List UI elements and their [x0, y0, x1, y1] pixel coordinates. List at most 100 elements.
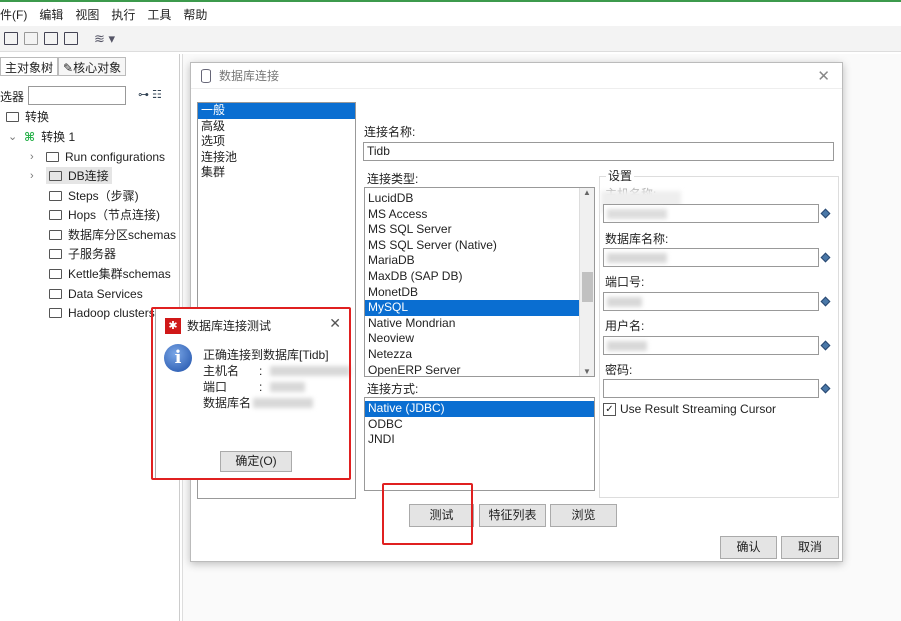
connection-name-label: 连接名称:: [364, 125, 416, 139]
close-icon[interactable]: ✕: [817, 67, 830, 85]
tree-label: 转换: [25, 110, 50, 124]
folder-icon: [49, 307, 62, 318]
tree-item-run-configurations[interactable]: › Run configurations: [30, 147, 165, 166]
filter-label: 选器: [0, 90, 25, 104]
filter-input[interactable]: [28, 86, 126, 105]
pencil-icon: ✎: [63, 61, 74, 75]
access-item[interactable]: ODBC: [365, 417, 594, 433]
save-as-icon[interactable]: [64, 32, 78, 45]
tree-item-partition-schemas[interactable]: 数据库分区schemas: [49, 225, 176, 244]
explore-button[interactable]: 浏览: [550, 504, 617, 527]
tree-item-hadoop-clusters[interactable]: Hadoop clusters: [49, 303, 155, 322]
scrollbar-thumb[interactable]: [582, 272, 593, 302]
menu-tools[interactable]: 工具: [141, 6, 177, 23]
type-item[interactable]: MonetDB: [365, 285, 579, 301]
type-item[interactable]: OpenERP Server: [365, 363, 579, 376]
tree-item-data-services[interactable]: Data Services: [49, 284, 143, 303]
tab-core-objects[interactable]: ✎核心对象: [58, 57, 127, 76]
type-item[interactable]: MS SQL Server (Native): [365, 238, 579, 254]
database-name-input[interactable]: [603, 248, 819, 267]
folder-icon: [49, 268, 62, 279]
save-icon[interactable]: [44, 32, 58, 45]
tree-label: DB连接: [68, 169, 109, 183]
menu-bar: 件(F) 编辑 视图 执行 工具 帮助: [0, 2, 901, 26]
tree-item-hops[interactable]: Hops（节点连接): [49, 205, 160, 224]
type-item[interactable]: Native Mondrian: [365, 316, 579, 332]
tab-main-tree[interactable]: 主对象树: [0, 57, 59, 76]
tree-item-db-connections[interactable]: › DB连接: [30, 166, 112, 185]
left-tabs: 主对象树 ✎核心对象: [0, 57, 127, 76]
streaming-cursor-option[interactable]: ✓ Use Result Streaming Cursor: [603, 402, 776, 416]
tree-label: 转换 1: [41, 130, 76, 144]
password-label: 密码:: [605, 363, 633, 377]
chevron-down-icon[interactable]: ⌄: [8, 130, 18, 143]
scroll-up-icon[interactable]: ▲: [580, 188, 594, 197]
folder-icon: [49, 170, 62, 181]
host-input[interactable]: [603, 204, 819, 223]
explore-icon[interactable]: [24, 32, 38, 45]
tree-item-cluster-schemas[interactable]: Kettle集群schemas: [49, 264, 171, 283]
access-item[interactable]: JNDI: [365, 432, 594, 448]
folder-icon: [49, 209, 62, 220]
category-advanced[interactable]: 高级: [198, 119, 355, 135]
access-type-list[interactable]: Native (JDBC) ODBC JNDI: [364, 397, 595, 491]
tree-label: Data Services: [68, 286, 143, 301]
port-label: 端口号:: [605, 275, 645, 289]
type-item[interactable]: MS Access: [365, 207, 579, 223]
category-options[interactable]: 选项: [198, 134, 355, 150]
database-name-label: 数据库名称:: [605, 232, 669, 246]
layers-icon[interactable]: ≋ ▾: [94, 31, 115, 47]
username-label: 用户名:: [605, 319, 645, 333]
toolbar: ≋ ▾: [0, 26, 901, 52]
highlight-annotation-test: [382, 483, 473, 545]
tree-label: Hops（节点连接): [68, 208, 161, 222]
connection-type-list[interactable]: LucidDB MS Access MS SQL Server MS SQL S…: [364, 187, 595, 377]
open-icon[interactable]: [4, 32, 18, 45]
dialog-title: 数据库连接: [219, 69, 280, 83]
connection-name-input[interactable]: Tidb: [363, 142, 834, 161]
ok-button[interactable]: 确认: [720, 536, 777, 559]
tree-item-slave-servers[interactable]: 子服务器: [49, 244, 116, 263]
category-pooling[interactable]: 连接池: [198, 150, 355, 166]
folder-icon: [46, 151, 59, 162]
chevron-right-icon[interactable]: ›: [30, 151, 40, 163]
type-item-selected[interactable]: MySQL: [365, 300, 579, 316]
tree-label: Kettle集群schemas: [68, 267, 171, 281]
category-clustering[interactable]: 集群: [198, 165, 355, 181]
tree-item-steps[interactable]: Steps（步骤): [49, 186, 139, 205]
streaming-cursor-label: Use Result Streaming Cursor: [620, 402, 777, 416]
port-input[interactable]: [603, 292, 819, 311]
folder-icon: [49, 190, 62, 201]
type-item[interactable]: MariaDB: [365, 253, 579, 269]
folder-icon: [49, 248, 62, 259]
menu-edit[interactable]: 编辑: [33, 6, 69, 23]
menu-file[interactable]: 件(F): [0, 6, 33, 23]
highlight-annotation-popup: [151, 307, 351, 480]
type-item[interactable]: MS SQL Server: [365, 222, 579, 238]
menu-help[interactable]: 帮助: [177, 6, 213, 23]
menu-run[interactable]: 执行: [105, 6, 141, 23]
password-input[interactable]: [603, 379, 819, 398]
dialog-titlebar: 数据库连接: [191, 63, 842, 89]
access-item-selected[interactable]: Native (JDBC): [365, 401, 594, 417]
tree-view-icons[interactable]: ⊶ ☷: [138, 88, 162, 101]
type-item[interactable]: Neoview: [365, 331, 579, 347]
chevron-right-icon[interactable]: ›: [30, 170, 40, 182]
tree-item-transformations[interactable]: 转换: [6, 107, 49, 126]
feature-list-button[interactable]: 特征列表: [479, 504, 546, 527]
username-input[interactable]: [603, 336, 819, 355]
type-item[interactable]: LucidDB: [365, 191, 579, 207]
settings-label: 设置: [606, 167, 635, 184]
type-item[interactable]: Netezza: [365, 347, 579, 363]
type-list-scrollbar[interactable]: ▲ ▼: [579, 188, 594, 376]
tree-label: Steps（步骤): [68, 189, 139, 203]
connection-type-label: 连接类型:: [367, 172, 419, 186]
checkbox-checked-icon[interactable]: ✓: [603, 402, 616, 416]
folder-icon: [6, 111, 19, 122]
type-item[interactable]: MaxDB (SAP DB): [365, 269, 579, 285]
scroll-down-icon[interactable]: ▼: [580, 367, 594, 376]
category-general[interactable]: 一般: [198, 103, 355, 119]
cancel-button[interactable]: 取消: [781, 536, 839, 559]
menu-view[interactable]: 视图: [69, 6, 105, 23]
tree-item-transformation-1[interactable]: ⌄ ⌘ 转换 1: [8, 127, 75, 146]
